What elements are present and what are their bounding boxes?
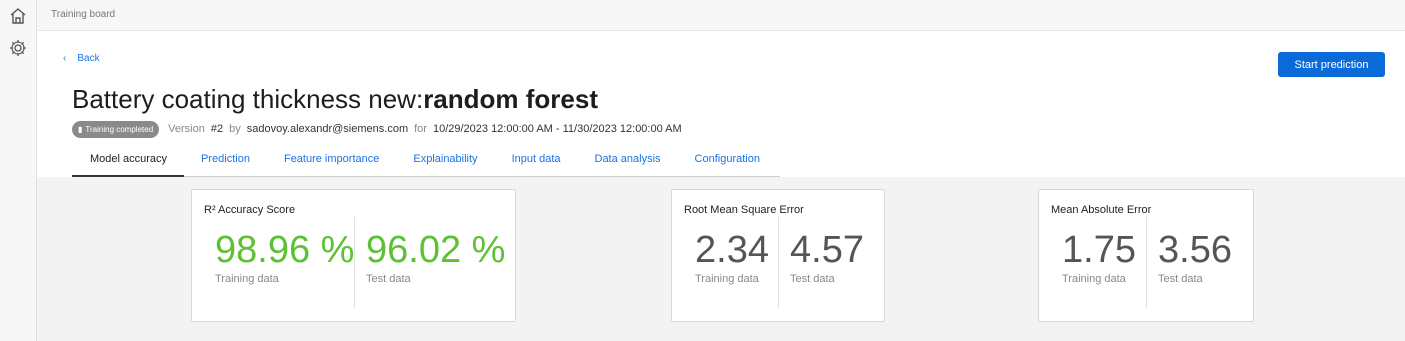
- back-link[interactable]: ‹ Back: [63, 53, 100, 64]
- test-label: Test data: [366, 273, 411, 285]
- top-bar: Training board: [37, 0, 1405, 31]
- card-divider: [1146, 217, 1147, 309]
- settings-gear-icon[interactable]: [8, 38, 28, 58]
- card-title: Mean Absolute Error: [1051, 204, 1152, 216]
- tab-explainability[interactable]: Explainability: [396, 150, 494, 177]
- tab-data-analysis[interactable]: Data analysis: [578, 150, 678, 177]
- card-title: Root Mean Square Error: [684, 204, 804, 216]
- card-title: R² Accuracy Score: [204, 204, 296, 216]
- tab-model-accuracy[interactable]: Model accuracy: [72, 150, 185, 177]
- training-metric: 1.75 Training data: [1062, 230, 1136, 285]
- sidebar: [0, 0, 37, 341]
- card-divider: [778, 217, 779, 309]
- tab-configuration[interactable]: Configuration: [678, 150, 777, 177]
- card-divider: [354, 217, 355, 309]
- by-label: by: [229, 123, 241, 135]
- author-email: sadovoy.alexandr@siemens.com: [246, 123, 409, 135]
- training-value: 98.96 %: [215, 229, 355, 271]
- version-number: #2: [210, 123, 224, 135]
- test-value: 3.56: [1158, 229, 1232, 271]
- version-prefix: Version: [168, 123, 205, 135]
- training-metric: 2.34 Training data: [695, 230, 769, 285]
- training-label: Training data: [695, 273, 759, 285]
- status-badge-label: Training completed: [85, 124, 154, 134]
- r2-accuracy-card: R² Accuracy Score 98.96 % Training data …: [191, 189, 516, 322]
- tab-input-data[interactable]: Input data: [495, 150, 578, 177]
- test-metric: 96.02 % Test data: [366, 230, 505, 285]
- page-title: Battery coating thickness new:random for…: [72, 84, 598, 115]
- version-meta: ▮ Training completed Version #2 by sadov…: [72, 120, 682, 138]
- test-metric: 3.56 Test data: [1158, 230, 1232, 285]
- training-value: 2.34: [695, 229, 769, 271]
- chevron-left-icon: ‹: [63, 52, 67, 64]
- breadcrumb[interactable]: Training board: [51, 9, 115, 20]
- test-metric: 4.57 Test data: [790, 230, 864, 285]
- training-label: Training data: [215, 273, 279, 285]
- mae-card: Mean Absolute Error 1.75 Training data 3…: [1038, 189, 1254, 322]
- bar-chart-icon: ▮: [78, 124, 83, 134]
- training-value: 1.75: [1062, 229, 1136, 271]
- back-label: Back: [77, 53, 100, 64]
- for-label: for: [414, 123, 427, 135]
- page-title-prefix: Battery coating thickness new:: [72, 84, 424, 114]
- tab-bar: Model accuracy Prediction Feature import…: [72, 150, 780, 177]
- rmse-card: Root Mean Square Error 2.34 Training dat…: [671, 189, 885, 322]
- tab-prediction[interactable]: Prediction: [184, 150, 267, 177]
- page-title-model: random forest: [423, 84, 598, 114]
- training-label: Training data: [1062, 273, 1126, 285]
- test-label: Test data: [790, 273, 835, 285]
- tab-feature-importance[interactable]: Feature importance: [267, 150, 396, 177]
- date-range: 10/29/2023 12:00:00 AM - 11/30/2023 12:0…: [432, 123, 682, 135]
- start-prediction-button[interactable]: Start prediction: [1278, 52, 1385, 77]
- home-icon[interactable]: [8, 6, 28, 26]
- test-value: 96.02 %: [366, 229, 506, 271]
- training-metric: 98.96 % Training data: [215, 230, 354, 285]
- status-badge: ▮ Training completed: [72, 120, 160, 138]
- test-label: Test data: [1158, 273, 1203, 285]
- test-value: 4.57: [790, 229, 864, 271]
